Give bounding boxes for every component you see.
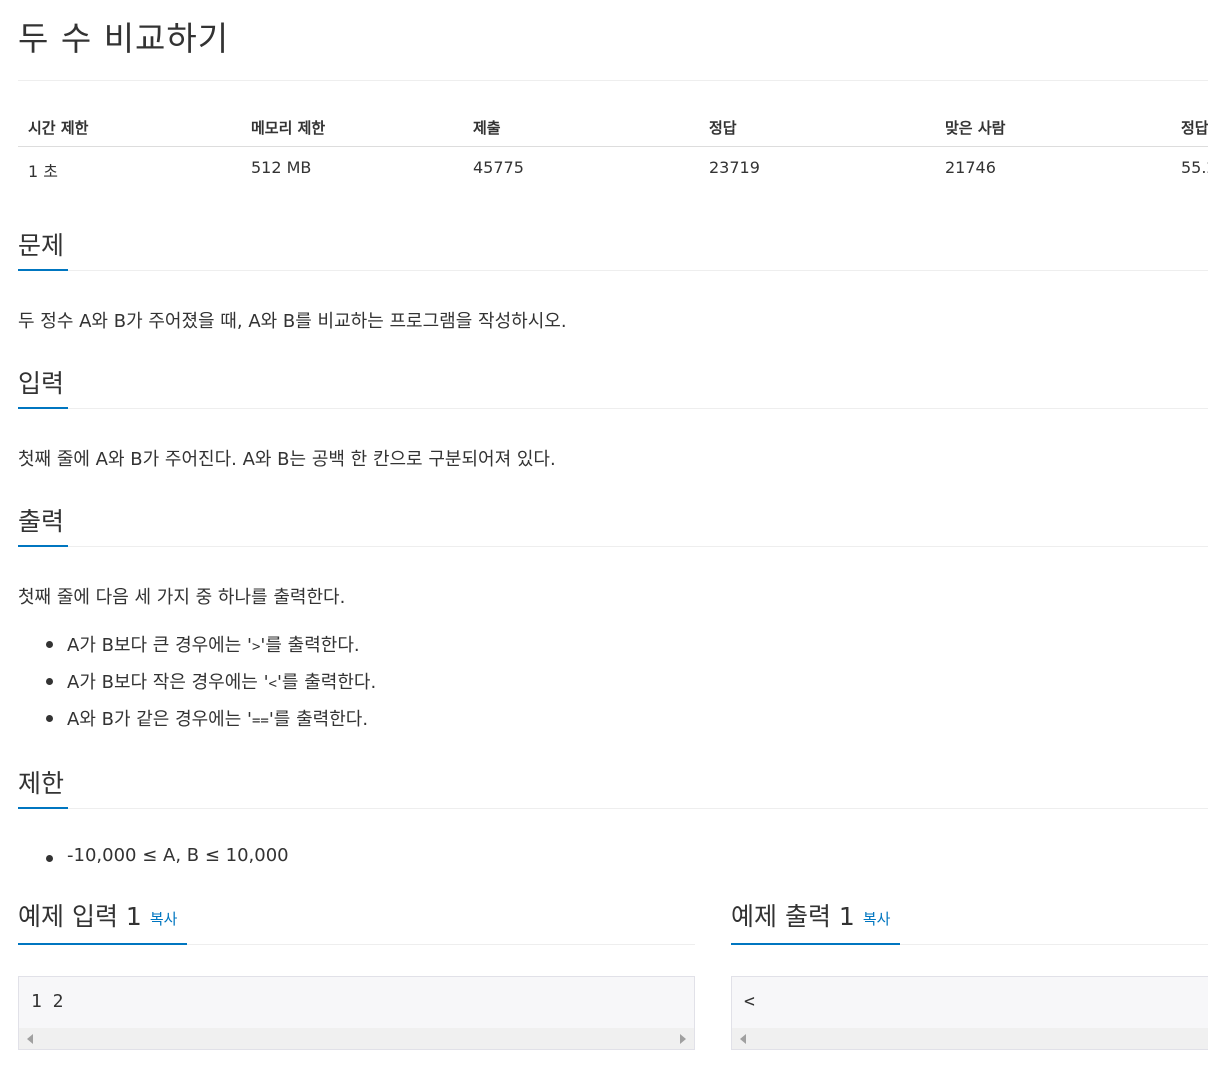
- list-item: -10,000 ≤ A, B ≤ 10,000: [18, 845, 289, 882]
- value-submissions: 45775: [473, 158, 524, 177]
- value-time-limit: 1 초: [28, 162, 58, 181]
- sample-input-header: 예제 입력 1 복사: [18, 897, 177, 933]
- scroll-right-icon[interactable]: [680, 1034, 686, 1044]
- sample-output-header: 예제 출력 1 복사: [731, 897, 890, 933]
- sample-output-box[interactable]: <: [731, 976, 1208, 1050]
- section-divider: [18, 546, 1208, 547]
- copy-sample-output-link[interactable]: 복사: [863, 910, 891, 928]
- description-text: 두 정수 A와 B가 주어졌을 때, A와 B를 비교하는 프로그램을 작성하시…: [18, 311, 567, 332]
- section-divider: [18, 808, 1208, 809]
- section-limit-title: 제한: [18, 769, 65, 798]
- limit-list: -10,000 ≤ A, B ≤ 10,000: [18, 845, 289, 882]
- section-accent: [18, 407, 68, 409]
- horizontal-scrollbar[interactable]: [732, 1028, 1208, 1049]
- list-item: A가 B보다 작은 경우에는 '<'를 출력한다.: [18, 668, 376, 705]
- problem-title: 두 수 비교하기: [18, 19, 230, 58]
- horizontal-scrollbar[interactable]: [19, 1028, 694, 1049]
- operator-code: ==: [251, 713, 269, 729]
- section-accent: [731, 943, 900, 945]
- list-item: A가 B보다 큰 경우에는 '>'를 출력한다.: [18, 631, 376, 668]
- sample-input-box[interactable]: 1 2: [18, 976, 695, 1050]
- copy-sample-input-link[interactable]: 복사: [150, 910, 178, 928]
- value-accept-ratio: 55.2: [1181, 158, 1208, 177]
- section-divider: [18, 408, 1208, 409]
- section-divider: [18, 270, 1208, 271]
- list-item: A와 B가 같은 경우에는 '=='를 출력한다.: [18, 705, 376, 742]
- header-submissions: 제출: [473, 119, 501, 137]
- sample-output-title: 예제 출력 1: [731, 902, 855, 931]
- scroll-left-icon[interactable]: [27, 1034, 33, 1044]
- section-input-title: 입력: [18, 369, 65, 398]
- section-accent: [18, 943, 187, 945]
- sample-input-title: 예제 입력 1: [18, 902, 142, 931]
- sample-input-code: 1 2: [31, 991, 64, 1012]
- section-output-title: 출력: [18, 507, 65, 536]
- header-accept-ratio: 정답: [1181, 119, 1208, 137]
- title-divider: [18, 80, 1208, 81]
- section-accent: [18, 807, 68, 809]
- output-rules-list: A가 B보다 큰 경우에는 '>'를 출력한다. A가 B보다 작은 경우에는 …: [18, 631, 376, 742]
- output-text: 첫째 줄에 다음 세 가지 중 하나를 출력한다.: [18, 587, 346, 608]
- header-accepted: 정답: [709, 119, 737, 137]
- info-table-header: 시간 제한 메모리 제한 제출 정답 맞은 사람 정답: [18, 112, 1208, 147]
- value-solved-users: 21746: [945, 158, 996, 177]
- section-accent: [18, 545, 68, 547]
- value-memory-limit: 512 MB: [251, 158, 312, 177]
- input-text: 첫째 줄에 A와 B가 주어진다. A와 B는 공백 한 칸으로 구분되어져 있…: [18, 449, 556, 470]
- header-memory-limit: 메모리 제한: [251, 119, 326, 137]
- sample-output-code: <: [744, 991, 755, 1012]
- problem-info-table: 시간 제한 메모리 제한 제출 정답 맞은 사람 정답 1 초 512 MB 4…: [18, 112, 1208, 192]
- scroll-left-icon[interactable]: [740, 1034, 746, 1044]
- value-accepted: 23719: [709, 158, 760, 177]
- header-time-limit: 시간 제한: [28, 119, 89, 137]
- operator-code: <: [268, 676, 277, 692]
- header-solved-users: 맞은 사람: [945, 119, 1006, 137]
- section-description-title: 문제: [18, 231, 65, 260]
- section-accent: [18, 269, 68, 271]
